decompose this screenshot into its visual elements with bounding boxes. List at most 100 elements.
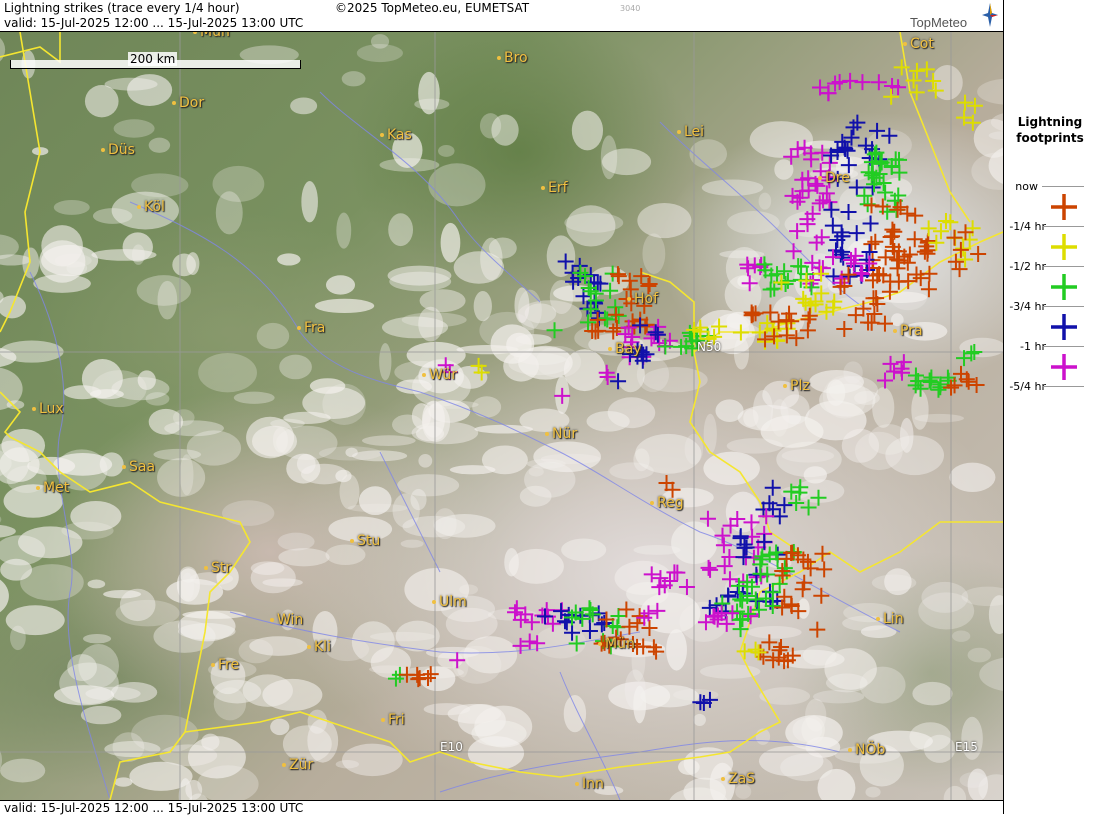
city-name: Lei bbox=[684, 124, 705, 140]
city-name: Saa bbox=[129, 459, 156, 475]
city-label: Win bbox=[270, 612, 303, 628]
city-label: Kli bbox=[307, 639, 331, 655]
lightning-strike-icon bbox=[920, 220, 937, 237]
city-label: Stu bbox=[350, 533, 380, 549]
lightning-strike-icon bbox=[610, 307, 627, 324]
city-label: Fra bbox=[297, 320, 325, 336]
lightning-strike-icon bbox=[921, 265, 938, 282]
lightning-strike-icon bbox=[776, 497, 793, 514]
city-label: Lei bbox=[677, 124, 704, 140]
city-label: Zür bbox=[282, 757, 313, 773]
lightning-strike-icon bbox=[831, 73, 848, 90]
lightning-strike-icon bbox=[884, 221, 901, 238]
city-name: Ulm bbox=[439, 594, 467, 610]
city-name: Pra bbox=[900, 323, 923, 339]
scale-label: 200 km bbox=[128, 52, 178, 66]
map-title: Lightning strikes (trace every 1/4 hour) bbox=[4, 1, 240, 15]
lightning-strike-icon bbox=[785, 243, 802, 260]
city-dot-icon bbox=[677, 130, 681, 134]
city-label: Str bbox=[204, 560, 231, 576]
topmeteo-logo[interactable]: TopMeteo bbox=[910, 15, 967, 30]
city-dot-icon bbox=[608, 347, 612, 351]
lightning-strike-icon bbox=[678, 578, 695, 595]
city-label: Hof bbox=[627, 291, 658, 307]
city-dot-icon bbox=[282, 763, 286, 767]
city-name: Kas bbox=[387, 127, 412, 143]
city-name: Lin bbox=[883, 611, 904, 627]
city-dot-icon bbox=[381, 718, 385, 722]
city-label: Saa bbox=[122, 459, 155, 475]
lightning-strike-icon bbox=[964, 220, 981, 237]
city-label: Cot bbox=[903, 36, 934, 52]
city-name: Mün bbox=[605, 636, 635, 652]
city-name: Hof bbox=[634, 291, 659, 307]
lightning-strike-icon bbox=[923, 369, 940, 386]
city-name: Fre bbox=[218, 657, 240, 673]
lightning-strike-icon bbox=[957, 94, 974, 111]
city-name: Düs bbox=[108, 142, 135, 158]
lightning-strike-icon bbox=[908, 62, 925, 79]
footer-valid-time: valid: 15-Jul-2025 12:00 ... 15-Jul-2025… bbox=[4, 801, 304, 815]
city-label: Nür bbox=[545, 426, 577, 442]
city-dot-icon bbox=[876, 617, 880, 621]
legend-panel: Lightning footprints now -1/4 hr -1/2 hr… bbox=[1003, 0, 1095, 814]
lightning-strike-icon bbox=[641, 276, 658, 293]
lightning-strike-icon bbox=[870, 74, 887, 91]
lightning-strike-icon bbox=[736, 643, 753, 660]
city-label: Lux bbox=[32, 401, 64, 417]
city-dot-icon bbox=[422, 373, 426, 377]
lightning-strike-icon bbox=[966, 97, 983, 114]
city-label: Erf bbox=[541, 180, 568, 196]
lightning-strike-icon bbox=[633, 268, 650, 285]
satellite-map[interactable]: 200 km N50 E10 E15 Mün Bro Dor Kas Lei D… bbox=[0, 32, 1003, 800]
city-name: Str bbox=[211, 560, 232, 576]
lightning-strike-icon bbox=[1051, 354, 1077, 380]
lightning-strike-icon bbox=[942, 214, 959, 231]
city-dot-icon bbox=[545, 432, 549, 436]
city-label: Mün bbox=[598, 636, 635, 652]
lightning-strike-icon bbox=[1051, 234, 1077, 260]
city-dot-icon bbox=[193, 32, 197, 34]
legend-crosses bbox=[1051, 194, 1077, 380]
city-name: Bay bbox=[615, 341, 642, 357]
city-name: Mün bbox=[200, 32, 230, 40]
city-label: Ulm bbox=[432, 594, 467, 610]
lightning-strike-icon bbox=[776, 263, 793, 280]
lightning-strike-icon bbox=[886, 363, 903, 380]
lightning-strike-icon bbox=[905, 72, 922, 89]
city-name: Köl bbox=[144, 199, 165, 215]
lightning-strike-icon bbox=[883, 88, 900, 105]
image-code: 3040 bbox=[620, 4, 641, 13]
lightning-strike-icon bbox=[777, 276, 794, 293]
city-dot-icon bbox=[432, 600, 436, 604]
city-label: Mün bbox=[193, 32, 230, 40]
city-name: Nür bbox=[552, 426, 578, 442]
valid-time: valid: 15-Jul-2025 12:00 ... 15-Jul-2025… bbox=[4, 16, 304, 30]
city-name: Plz bbox=[790, 378, 810, 394]
city-dot-icon bbox=[650, 501, 654, 505]
lightning-strike-icon bbox=[1051, 194, 1077, 220]
copyright-notice: ©2025 TopMeteo.eu, EUMETSAT bbox=[335, 1, 530, 15]
city-dot-icon bbox=[204, 566, 208, 570]
city-dot-icon bbox=[297, 326, 301, 330]
city-name: Erf bbox=[548, 180, 568, 196]
city-label: ZaS bbox=[721, 771, 755, 787]
city-label: Dre bbox=[818, 170, 850, 186]
lightning-strike-icon bbox=[836, 321, 853, 338]
lightning-strike-icon bbox=[854, 74, 871, 91]
city-dot-icon bbox=[497, 56, 501, 60]
lightning-strike-icon bbox=[773, 638, 790, 655]
city-dot-icon bbox=[598, 642, 602, 646]
city-dot-icon bbox=[350, 539, 354, 543]
lightning-strike-icon bbox=[762, 281, 779, 298]
lon-label-e10: E10 bbox=[440, 740, 463, 754]
city-dot-icon bbox=[575, 782, 579, 786]
city-dot-icon bbox=[172, 101, 176, 105]
city-name: Win bbox=[277, 612, 304, 628]
city-name: Met bbox=[43, 480, 70, 496]
city-name: Stu bbox=[357, 533, 381, 549]
city-dot-icon bbox=[627, 297, 631, 301]
city-label: Bro bbox=[497, 50, 528, 66]
city-dot-icon bbox=[101, 148, 105, 152]
compass-star-icon bbox=[982, 3, 998, 27]
